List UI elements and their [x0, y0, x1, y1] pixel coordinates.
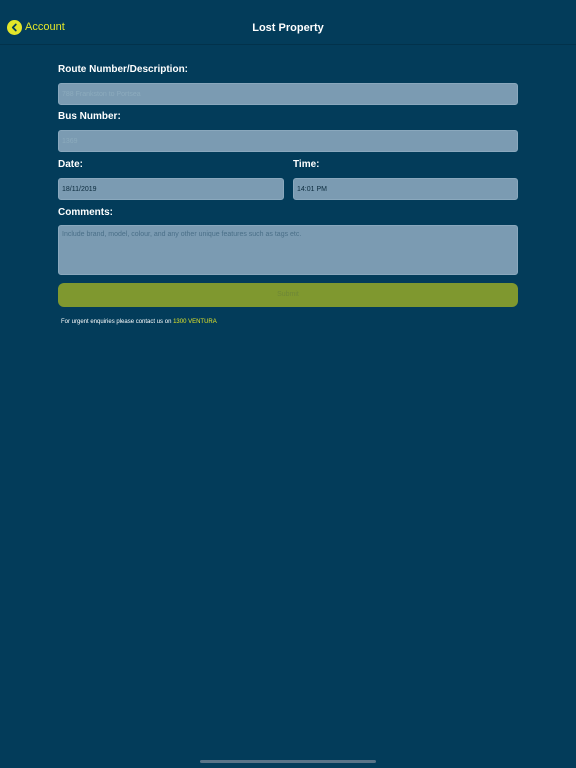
route-label: Route Number/Description:: [58, 64, 189, 75]
comments-label: Comments:: [58, 207, 114, 218]
bus-number-label: Bus Number:: [58, 111, 121, 122]
page-title: Lost Property: [252, 22, 324, 34]
comments-textarea[interactable]: Include brand, model, colour, and any ot…: [58, 225, 518, 275]
urgent-enquiries-text: For urgent enquiries please contact us o…: [61, 319, 172, 325]
time-label: Time:: [293, 159, 320, 170]
submit-button[interactable]: Submit: [58, 283, 518, 307]
route-input[interactable]: 788 Frankston to Portsea: [58, 83, 518, 105]
navigation-bar: Account Lost Property: [0, 0, 576, 45]
home-indicator[interactable]: [200, 760, 376, 763]
phone-link[interactable]: 1300 VENTURA: [173, 319, 217, 325]
bus-number-input[interactable]: 1369: [58, 130, 518, 152]
date-input[interactable]: 18/11/2019: [58, 178, 284, 200]
urgent-enquiries-note: For urgent enquiries please contact us o…: [61, 318, 217, 327]
date-label: Date:: [58, 159, 84, 170]
time-input[interactable]: 14:01 PM: [293, 178, 518, 200]
